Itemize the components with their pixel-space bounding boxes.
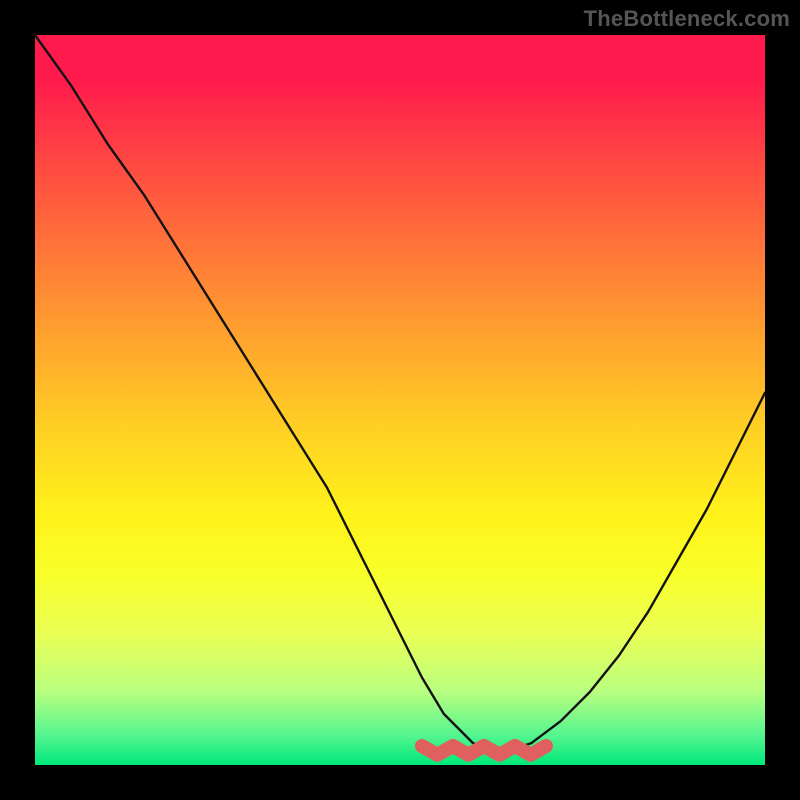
- watermark-text: TheBottleneck.com: [584, 6, 790, 32]
- curve-svg: [35, 35, 765, 765]
- plot-area: [35, 35, 765, 765]
- chart-frame: TheBottleneck.com: [0, 0, 800, 800]
- bottleneck-curve: [35, 35, 765, 750]
- trough-highlight: [422, 746, 546, 755]
